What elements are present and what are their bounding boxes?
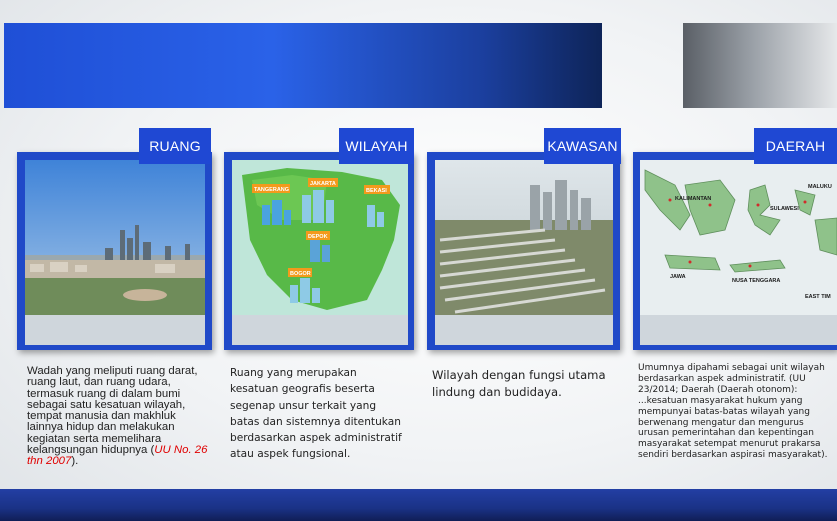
- card-daerah-description: Umumnya dipahami sebagai unit wilayah be…: [638, 363, 828, 461]
- card-daerah-title: DAERAH: [754, 128, 837, 164]
- map-label-bekasi: BEKASI: [366, 188, 387, 194]
- card-kawasan-description: Wilayah dengan fungsi utama lindung dan …: [432, 368, 606, 399]
- card-kawasan-title: KAWASAN: [544, 128, 621, 164]
- card-wilayah-title: WILAYAH: [339, 128, 414, 164]
- card-wilayah-description: Ruang yang merupakan kesatuan geografis …: [230, 367, 402, 461]
- map-label-sulawesi: SULAWESI: [770, 206, 799, 212]
- card-ruang-title: RUANG: [139, 128, 211, 164]
- map-label-nusa-tenggara: NUSA TENGGARA: [732, 278, 780, 284]
- map-label-east-timor: EAST TIM: [805, 294, 831, 300]
- map-label-maluku: MALUKU: [808, 184, 832, 190]
- map-label-jakarta: JAKARTA: [310, 181, 336, 187]
- map-label-tangerang: TANGERANG: [254, 187, 289, 193]
- map-label-kalimantan: KALIMANTAN: [675, 196, 711, 202]
- card-ruang-text: Wadah yang meliputi ruang darat, ruang l…: [27, 365, 198, 457]
- header-grey-band: [683, 23, 837, 108]
- city-skyline-image: [25, 160, 205, 345]
- header-band: [4, 23, 602, 108]
- jabodetabek-map-illustration: TANGERANG JAKARTA BEKASI DEPOK BOGOR: [232, 160, 408, 345]
- map-label-jawa: JAWA: [670, 274, 686, 280]
- footer-band: [0, 489, 837, 521]
- indonesia-map-image: KALIMANTAN SULAWESI MALUKU JAWA NUSA TEN…: [640, 160, 837, 345]
- kawasan-aerial-image: [435, 160, 613, 345]
- map-label-depok: DEPOK: [308, 234, 328, 240]
- map-label-bogor: BOGOR: [290, 271, 311, 277]
- card-ruang-description: Wadah yang meliputi ruang darat, ruang l…: [27, 365, 212, 468]
- card-ruang-text-end: ).: [71, 455, 79, 468]
